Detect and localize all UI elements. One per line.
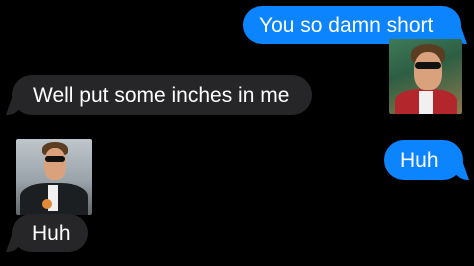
message-text: Well put some inches in me (33, 83, 290, 107)
received-message-bubble[interactable]: Huh (12, 214, 88, 252)
message-thread: You so damn short Well put some inches i… (0, 0, 474, 266)
received-message-bubble[interactable]: Well put some inches in me (12, 75, 312, 115)
sunglasses-shape (45, 156, 65, 162)
sent-message-bubble[interactable]: Huh (384, 140, 463, 180)
face-shape (44, 148, 66, 180)
message-text: You so damn short (259, 13, 434, 37)
message-text: Huh (400, 148, 439, 172)
sunglasses-shape (415, 62, 441, 69)
photo-sticker-man-dark-suit[interactable] (16, 139, 92, 215)
photo-sticker-man-red-jacket[interactable] (389, 39, 462, 114)
message-text: Huh (32, 221, 71, 245)
food-item-shape (42, 199, 52, 209)
shirt-shape (419, 91, 433, 114)
face-shape (414, 52, 442, 90)
